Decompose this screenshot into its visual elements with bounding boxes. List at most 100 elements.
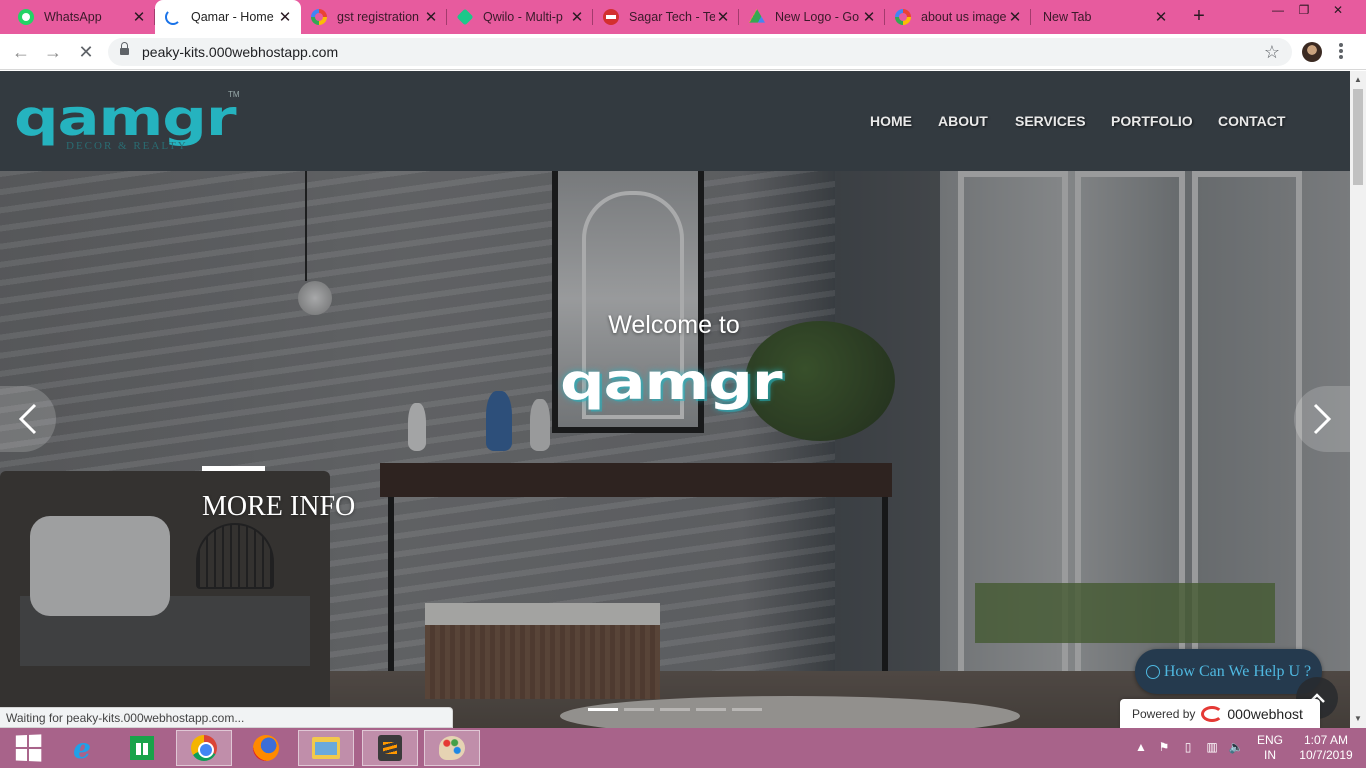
google-icon — [311, 9, 327, 25]
new-tab-button[interactable]: + — [1188, 6, 1210, 28]
bookmark-star-icon[interactable]: ☆ — [1264, 42, 1280, 63]
close-icon[interactable]: ✕ — [715, 8, 731, 26]
volume-icon[interactable]: 🔈 — [1228, 740, 1244, 754]
more-info-accent-bar — [202, 466, 265, 471]
nav-home[interactable]: HOME — [870, 113, 912, 129]
language-indicator[interactable]: ENG IN — [1257, 733, 1283, 763]
powered-by-badge[interactable]: Powered by 000webhost — [1120, 699, 1320, 728]
menu-dots-icon[interactable] — [1336, 41, 1346, 63]
windows-logo-icon — [15, 734, 42, 762]
slide-indicator-1[interactable] — [588, 708, 618, 711]
taskbar-internet-explorer[interactable]: e — [54, 730, 110, 766]
flag-alert-icon[interactable]: ⚑ — [1156, 740, 1172, 754]
site-header: qamgr TM DECOR & REALTY HOME ABOUT SERVI… — [0, 71, 1350, 171]
tab-sagar-tech[interactable]: Sagar Tech - Te ✕ — [593, 0, 739, 34]
stop-loading-icon[interactable]: ✕ — [75, 41, 97, 63]
profile-avatar[interactable] — [1302, 42, 1322, 62]
tab-title: Qamar - Home — [191, 10, 274, 24]
address-toolbar: ← → ✕ peaky-kits.000webhostapp.com ☆ — [0, 34, 1366, 70]
close-icon[interactable]: ✕ — [861, 8, 877, 26]
close-icon[interactable]: ✕ — [131, 8, 147, 26]
slider-indicators — [588, 708, 762, 711]
start-button[interactable] — [0, 730, 56, 766]
powered-by-label: Powered by — [1132, 707, 1196, 721]
whatsapp-icon — [18, 9, 34, 25]
scroll-down-arrow-icon[interactable]: ▼ — [1353, 714, 1363, 723]
close-icon[interactable]: ✕ — [569, 8, 585, 26]
folder-icon — [312, 737, 340, 759]
hero-slider: Welcome to qamgr MORE INFO How Can We He… — [0, 171, 1350, 728]
tab-about-us-image[interactable]: about us image ✕ — [885, 0, 1031, 34]
close-icon[interactable]: ✕ — [1007, 8, 1023, 26]
chrome-icon — [191, 735, 217, 761]
system-clock[interactable]: 1:07 AM 10/7/2019 — [1296, 733, 1356, 763]
help-chat-button[interactable]: How Can We Help U ? — [1135, 649, 1322, 694]
tab-whatsapp[interactable]: WhatsApp ✕ — [8, 0, 155, 34]
nav-portfolio[interactable]: PORTFOLIO — [1111, 113, 1193, 129]
logo-wordmark: qamgr — [14, 89, 237, 147]
tab-title: Sagar Tech - Te — [629, 10, 715, 24]
tab-gst-registration[interactable]: gst registration ✕ — [301, 0, 447, 34]
tab-new-tab[interactable]: New Tab ✕ — [1031, 0, 1177, 34]
000webhost-logo-icon — [1201, 706, 1224, 722]
restore-icon[interactable]: ❐ — [1288, 0, 1320, 22]
powered-brand: 000webhost — [1227, 706, 1303, 722]
taskbar-firefox[interactable] — [238, 730, 294, 766]
sagar-tech-icon — [603, 9, 619, 25]
tab-title: Qwilo - Multi-p — [483, 10, 563, 24]
scroll-up-arrow-icon[interactable]: ▲ — [1353, 75, 1363, 84]
browser-status-text: Waiting for peaky-kits.000webhostapp.com… — [0, 707, 453, 728]
tab-title: New Tab — [1043, 10, 1092, 24]
slide-indicator-5[interactable] — [732, 708, 762, 711]
taskbar-paint[interactable] — [424, 730, 480, 766]
whatsapp-icon — [1145, 664, 1160, 679]
window-close-icon[interactable]: ✕ — [1322, 0, 1354, 22]
url-text[interactable]: peaky-kits.000webhostapp.com — [142, 44, 338, 60]
tab-title: New Logo - Go — [775, 10, 860, 24]
scrollbar-thumb[interactable] — [1353, 89, 1363, 185]
logo-trademark: TM — [228, 90, 240, 99]
browser-tab-strip: WhatsApp ✕ Qamar - Home ✕ gst registrati… — [0, 0, 1366, 34]
help-chat-label: How Can We Help U ? — [1163, 662, 1312, 680]
tab-title: gst registration — [337, 10, 419, 24]
close-icon[interactable]: ✕ — [423, 8, 439, 26]
logo-tagline: DECOR & REALTY — [66, 140, 188, 152]
tab-title: WhatsApp — [44, 10, 102, 24]
tab-qwilo[interactable]: Qwilo - Multi-p ✕ — [447, 0, 593, 34]
loading-spinner-icon — [165, 9, 181, 25]
omnibox[interactable]: peaky-kits.000webhostapp.com ☆ — [108, 38, 1292, 66]
google-drive-icon — [749, 9, 765, 23]
site-logo[interactable]: qamgr TM DECOR & REALTY — [14, 90, 240, 152]
taskbar-sublime-text[interactable] — [362, 730, 418, 766]
nav-contact[interactable]: CONTACT — [1218, 113, 1285, 129]
taskbar-chrome[interactable] — [176, 730, 232, 766]
chevron-left-icon — [18, 403, 37, 435]
taskbar-store[interactable] — [114, 730, 170, 766]
device-icon[interactable]: ▯ — [1180, 740, 1196, 754]
store-icon — [130, 736, 154, 760]
tab-new-logo[interactable]: New Logo - Go ✕ — [739, 0, 885, 34]
sublime-text-icon — [378, 735, 402, 761]
back-arrow-icon[interactable]: ← — [10, 41, 32, 63]
internet-explorer-icon: e — [73, 731, 91, 765]
nav-about[interactable]: ABOUT — [938, 113, 988, 129]
network-icon[interactable]: ▥ — [1204, 740, 1220, 754]
qwilo-icon — [456, 8, 474, 26]
tab-qamar-home[interactable]: Qamar - Home ✕ — [155, 0, 301, 34]
show-hidden-icons-chevron-icon[interactable]: ▲ — [1133, 740, 1149, 754]
nav-services[interactable]: SERVICES — [1015, 113, 1086, 129]
chevron-right-icon — [1313, 403, 1332, 435]
hero-logo: qamgr — [560, 353, 783, 411]
tab-title: about us image — [921, 10, 1007, 24]
page-scrollbar[interactable]: ▲ ▼ — [1350, 71, 1366, 728]
page-viewport: qamgr TM DECOR & REALTY HOME ABOUT SERVI… — [0, 71, 1350, 728]
slide-indicator-2[interactable] — [624, 708, 654, 711]
slide-indicator-3[interactable] — [660, 708, 690, 711]
google-icon — [895, 9, 911, 25]
more-info-button[interactable]: MORE INFO — [202, 491, 355, 523]
forward-arrow-icon[interactable]: → — [42, 41, 64, 63]
slide-indicator-4[interactable] — [696, 708, 726, 711]
close-icon[interactable]: ✕ — [277, 8, 293, 26]
taskbar-file-explorer[interactable] — [298, 730, 354, 766]
close-icon[interactable]: ✕ — [1153, 8, 1169, 26]
